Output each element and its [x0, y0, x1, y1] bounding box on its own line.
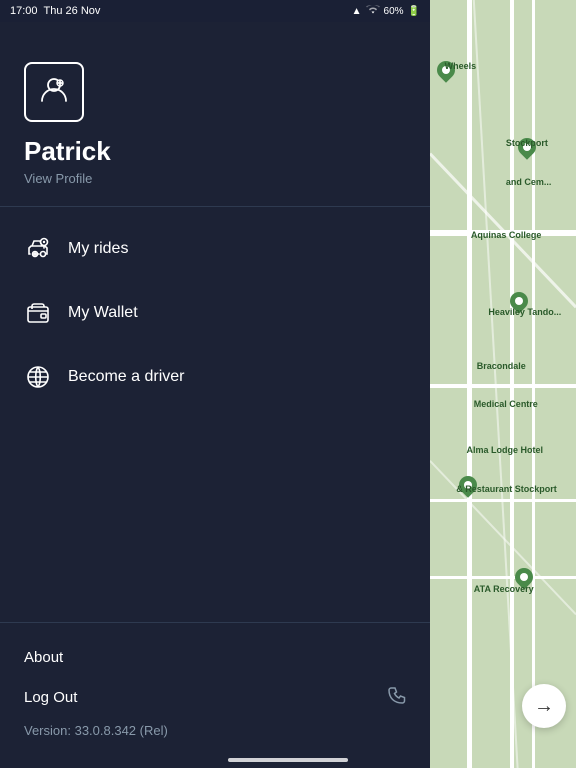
nav-items: My rides My Wallet	[0, 207, 430, 622]
time: 17:00	[10, 5, 38, 17]
rides-icon	[24, 235, 52, 263]
map-area: Wheels Stockport and Cem... Aquinas Coll…	[430, 0, 576, 768]
sidebar: 17:00 Thu 26 Nov ▲ 60% 🔋	[0, 0, 430, 768]
logout-item[interactable]: Log Out	[24, 676, 406, 719]
globe-icon	[24, 363, 52, 391]
bottom-section: About Log Out Version: 33.0.8.342 (Rel)	[0, 622, 430, 768]
map-label: Wheels	[445, 61, 477, 71]
battery-text: 60%	[384, 6, 404, 17]
version-text: Version: 33.0.8.342 (Rel)	[24, 719, 406, 738]
map-road	[510, 0, 514, 768]
map-label: and Cem...	[506, 177, 552, 187]
signal-icon: ▲	[352, 6, 362, 17]
logout-label: Log Out	[24, 689, 77, 706]
about-item[interactable]: About	[24, 639, 406, 676]
nav-item-my-wallet[interactable]: My Wallet	[0, 281, 430, 345]
map-label: ATA Recovery	[474, 584, 534, 594]
map-label: Stockport	[506, 138, 548, 148]
map-label: Bracondale	[477, 361, 526, 371]
profile-section: Patrick View Profile	[0, 22, 430, 207]
map-label: & Restaurant Stockport	[456, 484, 557, 494]
my-wallet-label: My Wallet	[68, 304, 138, 322]
wifi-icon	[366, 5, 380, 18]
map-road	[430, 384, 576, 388]
map-background: Wheels Stockport and Cem... Aquinas Coll…	[430, 0, 576, 768]
arrow-right-icon: →	[534, 695, 554, 718]
nav-item-become-driver[interactable]: Become a driver	[0, 345, 430, 409]
forward-arrow-button[interactable]: →	[522, 684, 566, 728]
avatar-icon	[38, 74, 70, 111]
status-right: ▲ 60% 🔋	[352, 5, 420, 18]
status-bar: 17:00 Thu 26 Nov ▲ 60% 🔋	[0, 0, 430, 22]
map-label: Medical Centre	[474, 399, 538, 409]
phone-icon	[388, 686, 406, 709]
my-rides-label: My rides	[68, 240, 128, 258]
date: Thu 26 Nov	[44, 5, 101, 17]
nav-item-my-rides[interactable]: My rides	[0, 217, 430, 281]
profile-name: Patrick	[24, 136, 406, 167]
home-indicator	[228, 758, 348, 762]
status-left: 17:00 Thu 26 Nov	[10, 5, 100, 17]
map-road	[430, 499, 576, 502]
map-road	[532, 0, 535, 768]
become-driver-label: Become a driver	[68, 368, 185, 386]
map-label: Heaviley Tando...	[488, 307, 561, 317]
avatar	[24, 62, 84, 122]
view-profile-link[interactable]: View Profile	[24, 171, 406, 186]
wallet-icon	[24, 299, 52, 327]
about-label: About	[24, 649, 63, 666]
map-road	[430, 576, 576, 579]
map-road	[467, 0, 472, 768]
battery-icon: 🔋	[408, 6, 420, 17]
map-label: Alma Lodge Hotel	[467, 445, 544, 455]
map-label: Aquinas College	[471, 230, 542, 240]
